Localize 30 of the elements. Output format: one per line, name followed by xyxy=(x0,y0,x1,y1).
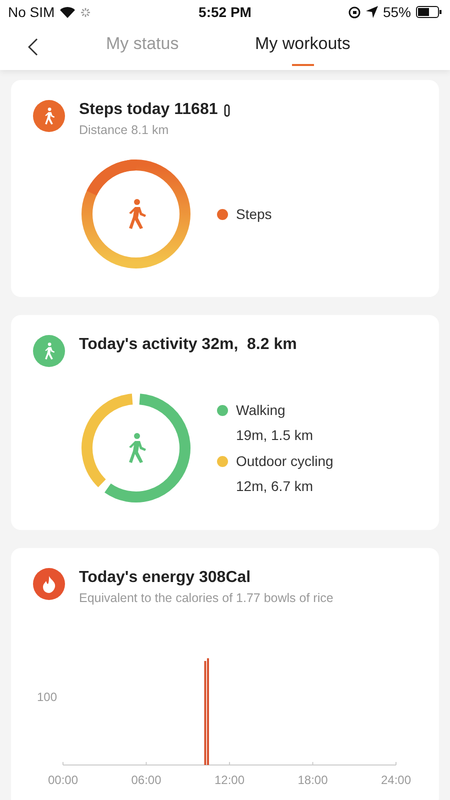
rotation-lock-icon xyxy=(348,6,361,18)
axis-label: 06:00 xyxy=(131,773,162,787)
battery-icon xyxy=(416,6,442,18)
axis-label: 00:00 xyxy=(48,773,78,787)
axis-label: 12:00 xyxy=(214,773,245,787)
card-title: Steps today 11681 xyxy=(79,101,218,119)
chevron-left-icon xyxy=(28,38,38,56)
axis-label: 100 xyxy=(37,690,58,704)
legend-label: Walking xyxy=(236,402,286,418)
flame-icon xyxy=(33,568,65,600)
clock: 5:52 PM xyxy=(198,4,252,20)
axis-label: 18:00 xyxy=(298,773,328,787)
band-icon xyxy=(224,104,230,116)
legend-detail: 19m, 1.5 km xyxy=(235,427,314,443)
legend-label: Steps xyxy=(236,206,272,222)
walking-icon xyxy=(33,100,65,132)
axis-label: 24:00 xyxy=(380,773,412,787)
legend-detail: 12m, 6.7 km xyxy=(235,478,314,494)
wifi-icon xyxy=(60,6,75,18)
location-arrow-icon xyxy=(366,6,378,18)
battery-percent: 55% xyxy=(382,4,411,20)
legend-label: Outdoor cycling xyxy=(236,453,334,469)
tab[interactable]: My workouts xyxy=(255,34,350,66)
card-title: Today's energy 308Cal xyxy=(79,569,251,587)
carrier-label: No SIM xyxy=(8,4,55,20)
loading-icon xyxy=(80,6,91,18)
card-title: Today's activity 32m, 8.2 km xyxy=(79,336,297,354)
card-subtitle: Distance 8.1 km xyxy=(79,123,170,137)
card-subtitle: Equivalent to the calories of 1.77 bowls of rice xyxy=(79,591,334,605)
walking-person-icon xyxy=(129,199,146,229)
